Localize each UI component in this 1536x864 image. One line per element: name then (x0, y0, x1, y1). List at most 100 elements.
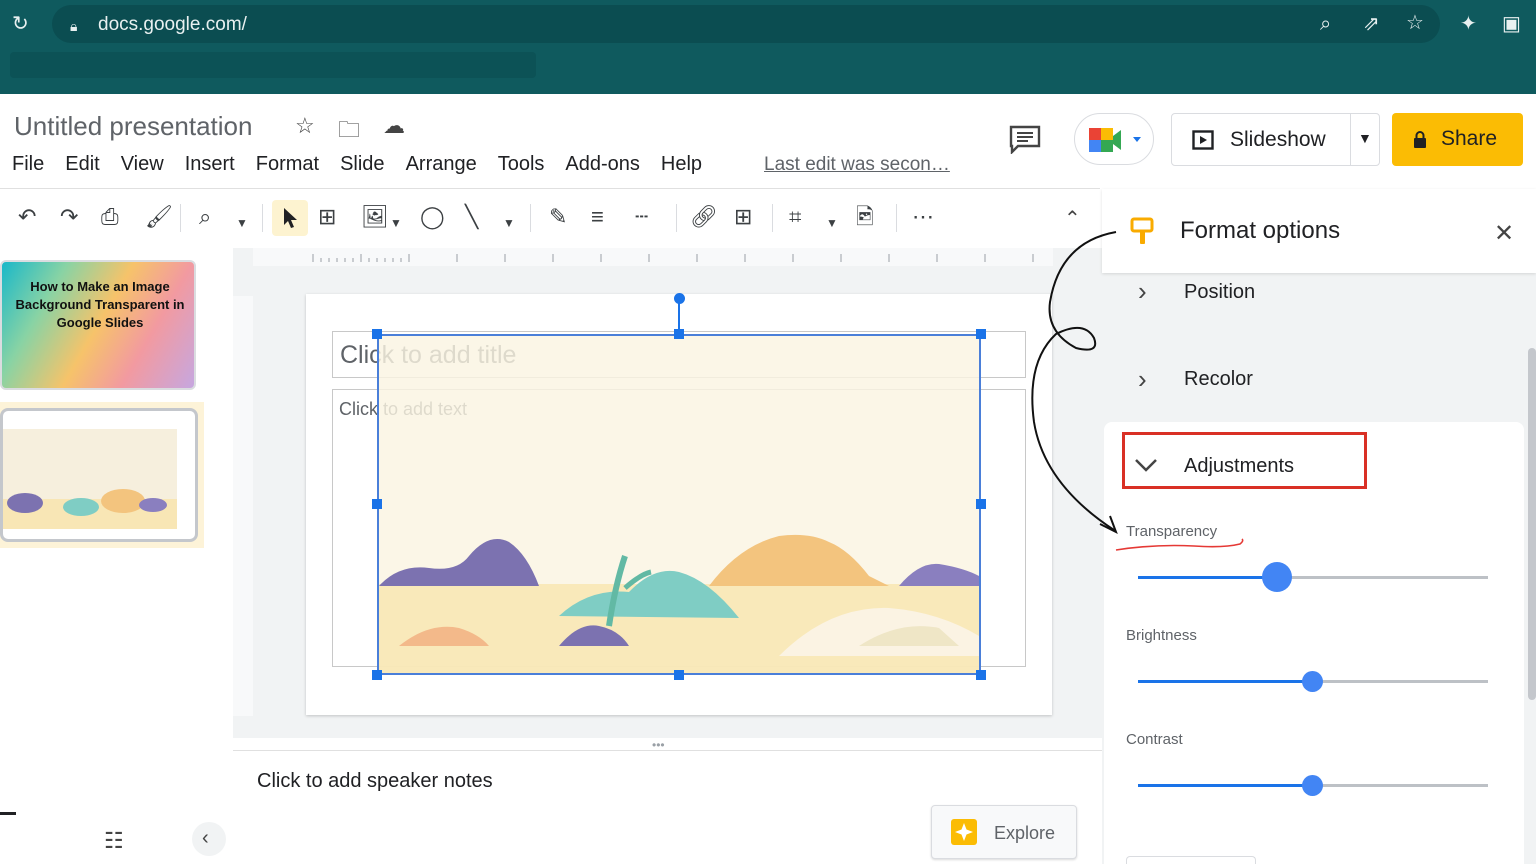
extensions-icon[interactable]: ✦ (1460, 14, 1477, 34)
section-position[interactable]: Position (1184, 281, 1255, 304)
format-options-header: Format options ✕ (1102, 189, 1536, 273)
shape-icon[interactable]: ◯ (420, 206, 445, 228)
toolbar-separator (896, 204, 897, 232)
pen-icon[interactable]: ✎ (549, 206, 567, 228)
rotate-handle[interactable] (674, 293, 685, 304)
transparency-slider-thumb[interactable] (1262, 562, 1292, 592)
ruler-horizontal (253, 248, 1053, 266)
lock-icon[interactable]: 🔒︎ (70, 16, 77, 36)
speaker-notes-placeholder: Click to add speaker notes (257, 770, 493, 792)
present-icon (1192, 130, 1214, 150)
brightness-label: Brightness (1126, 627, 1197, 644)
brightness-fill (1138, 680, 1312, 683)
landscape-illustration (379, 534, 979, 673)
resize-handle-nw[interactable] (372, 329, 382, 339)
more-icon[interactable]: ⋯ (912, 206, 934, 228)
star-icon[interactable]: ☆ (295, 113, 315, 139)
reset-button-partial[interactable] (1126, 856, 1256, 864)
select-icon (284, 208, 297, 228)
reload-icon[interactable]: ↻ (12, 14, 29, 34)
browser-chrome: ↻ 🔒︎ docs.google.com/ ⌕ ⇗ ☆ ✦ ▣ (0, 0, 1536, 94)
menu-slide[interactable]: Slide (340, 153, 384, 179)
line-icon[interactable]: ╲ (465, 206, 478, 228)
textbox-icon[interactable]: ⊞ (318, 206, 336, 228)
section-recolor[interactable]: Recolor (1184, 368, 1253, 391)
replace-image-icon[interactable]: 🖻︎ (856, 206, 874, 228)
chevron-right-icon[interactable]: › (1138, 276, 1147, 307)
contrast-slider-thumb[interactable] (1302, 775, 1323, 796)
brightness-slider-thumb[interactable] (1302, 671, 1323, 692)
grid-icon[interactable]: ☷ (104, 828, 124, 854)
crop-dropdown-icon[interactable]: ▼ (826, 212, 838, 234)
last-edit-link[interactable]: Last edit was secon… (764, 154, 950, 176)
resize-handle-e[interactable] (976, 499, 986, 509)
thumbnail-illustration (3, 429, 177, 529)
comment-add-icon[interactable]: ⊞ (734, 206, 752, 228)
menu-arrange[interactable]: Arrange (406, 153, 477, 179)
resize-handle-w[interactable] (372, 499, 382, 509)
collapse-filmstrip-button[interactable]: ‹ (192, 822, 226, 856)
resize-handle-n[interactable] (674, 329, 684, 339)
panel-scrollbar[interactable] (1528, 348, 1536, 700)
resize-handle-s[interactable] (674, 670, 684, 680)
print-icon[interactable]: ⎙ (101, 206, 119, 228)
redo-icon[interactable]: ↷ (60, 206, 78, 228)
cloud-icon[interactable]: ☁︎ (383, 113, 405, 139)
border-dash-icon[interactable]: ┄ (635, 206, 648, 228)
slide-thumbnail-2[interactable] (0, 408, 198, 542)
close-icon[interactable]: ✕ (1494, 219, 1514, 248)
crop-icon[interactable]: ⌗ (789, 206, 801, 228)
comments-button[interactable] (1008, 124, 1042, 155)
panel-title: Format options (1180, 217, 1341, 244)
paint-format-icon[interactable]: 🖌︎ (145, 206, 173, 228)
menu-file[interactable]: File (12, 153, 44, 179)
line-dropdown-icon[interactable]: ▼ (503, 212, 515, 234)
image-dropdown-icon[interactable]: ▼ (390, 212, 402, 234)
slideshow-label: Slideshow (1230, 128, 1326, 151)
comments-icon (1009, 125, 1041, 155)
menu-insert[interactable]: Insert (185, 153, 235, 179)
slideshow-button[interactable]: Slideshow ▼ (1171, 113, 1380, 166)
image-icon[interactable]: 🖼︎ (361, 206, 389, 228)
share-page-icon[interactable]: ⇗ (1363, 14, 1380, 34)
chevron-down-icon[interactable] (1134, 458, 1158, 472)
menu-edit[interactable]: Edit (65, 153, 99, 179)
meet-button[interactable] (1074, 113, 1154, 165)
undo-icon[interactable]: ↶ (18, 206, 36, 228)
link-icon[interactable]: 🔗︎ (690, 206, 718, 228)
doc-title[interactable]: Untitled presentation (14, 111, 252, 142)
zoom-icon[interactable]: ⌕ (1320, 14, 1331, 34)
menu-format[interactable]: Format (256, 153, 319, 179)
address-bar[interactable] (52, 5, 1440, 43)
menu-view[interactable]: View (121, 153, 164, 179)
explore-button[interactable]: Explore (931, 805, 1077, 859)
zoom-tool-icon[interactable]: ⌕ (199, 206, 211, 228)
toolbar-separator (772, 204, 773, 232)
chevron-right-icon[interactable]: › (1138, 364, 1147, 395)
notes-resize-grip[interactable]: ••• (652, 738, 665, 752)
slideshow-dropdown-icon[interactable]: ▼ (1358, 130, 1372, 146)
zoom-dropdown-icon[interactable]: ▼ (236, 212, 248, 234)
border-weight-icon[interactable]: ≡ (591, 206, 604, 228)
select-tool-button[interactable] (272, 200, 308, 236)
menu-addons[interactable]: Add-ons (565, 153, 640, 179)
star-icon[interactable]: ☆ (1406, 13, 1424, 33)
filmstrip-indicator (0, 812, 16, 815)
explore-label: Explore (994, 823, 1056, 843)
filmstrip: How to Make an Image Background Transpar… (0, 248, 230, 864)
divider (1350, 114, 1351, 165)
menu-help[interactable]: Help (661, 153, 702, 179)
share-button[interactable]: Share (1392, 113, 1523, 166)
bookmarks-bar (10, 52, 536, 78)
selected-image[interactable] (377, 334, 981, 675)
slide-thumbnail-1[interactable]: How to Make an Image Background Transpar… (0, 260, 196, 390)
resize-handle-se[interactable] (976, 670, 986, 680)
sidebar-icon[interactable]: ▣ (1502, 14, 1521, 34)
move-folder-icon[interactable]: 🗀︎ (338, 113, 360, 151)
resize-handle-ne[interactable] (976, 329, 986, 339)
header-divider (0, 188, 1100, 189)
url-text[interactable]: docs.google.com/ (98, 14, 247, 36)
menu-tools[interactable]: Tools (498, 153, 545, 179)
resize-handle-sw[interactable] (372, 670, 382, 680)
section-adjustments[interactable]: Adjustments (1184, 455, 1294, 478)
